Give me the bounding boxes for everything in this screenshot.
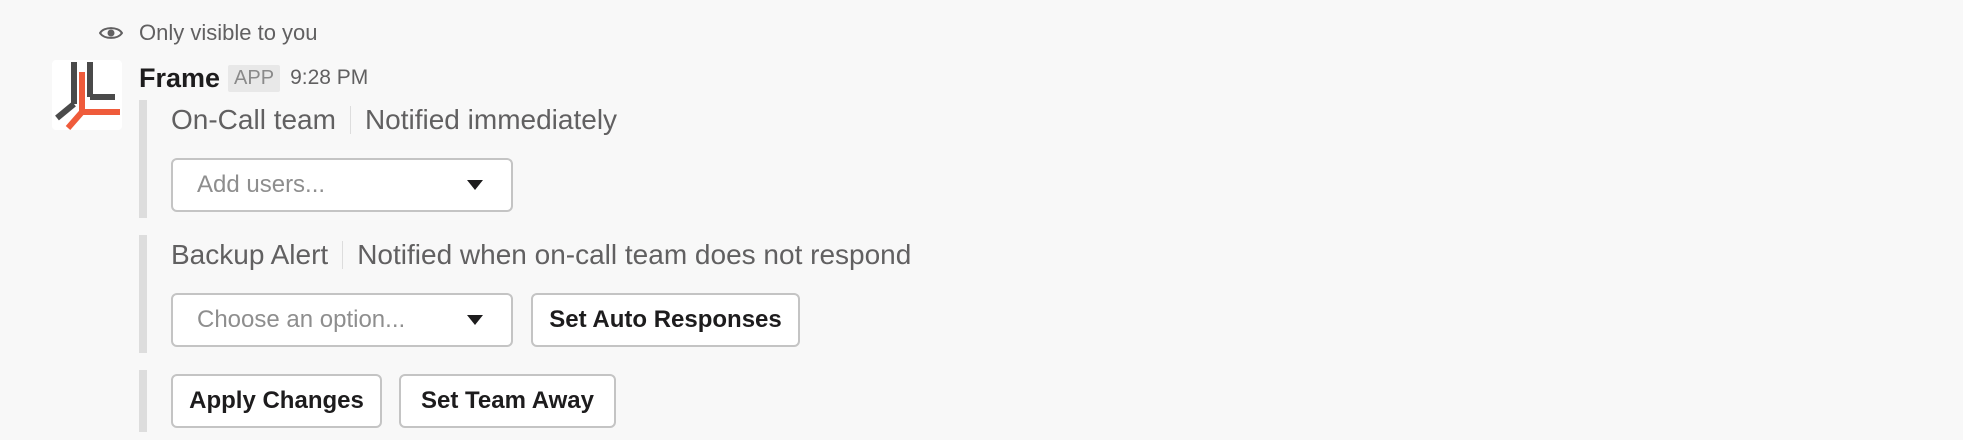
message-header: Frame APP 9:28 PM <box>139 58 368 98</box>
message-container: Only visible to you Frame APP 9:28 PM On… <box>0 0 1963 440</box>
app-badge: APP <box>228 64 281 92</box>
on-call-description: Notified immediately <box>364 104 618 135</box>
apply-changes-button[interactable]: Apply Changes <box>171 374 382 428</box>
visibility-text: Only visible to you <box>139 20 318 45</box>
set-auto-responses-button[interactable]: Set Auto Responses <box>531 293 800 347</box>
backup-title: Backup Alert <box>171 239 329 270</box>
on-call-attachment: On-Call team Notified immediately Add us… <box>139 100 1139 218</box>
choose-option-select[interactable]: Choose an option... <box>171 293 513 347</box>
choose-option-placeholder: Choose an option... <box>197 306 406 333</box>
on-call-field: On-Call team Notified immediately <box>171 100 617 140</box>
avatar[interactable] <box>52 60 122 130</box>
separator <box>342 241 344 269</box>
backup-description: Notified when on-call team does not resp… <box>357 239 912 270</box>
actions-attachment: Apply Changes Set Team Away <box>139 370 1139 432</box>
set-team-away-button[interactable]: Set Team Away <box>399 374 616 428</box>
eye-icon <box>99 27 123 39</box>
separator <box>349 106 351 134</box>
caret-down-icon <box>467 180 483 190</box>
add-users-select[interactable]: Add users... <box>171 158 513 212</box>
backup-attachment: Backup Alert Notified when on-call team … <box>139 235 1139 353</box>
frame-logo-icon <box>55 62 120 130</box>
on-call-title: On-Call team <box>171 104 336 135</box>
app-name[interactable]: Frame <box>139 63 220 94</box>
visibility-notice: Only visible to you <box>99 18 318 48</box>
timestamp[interactable]: 9:28 PM <box>290 66 368 90</box>
add-users-placeholder: Add users... <box>197 171 326 198</box>
caret-down-icon <box>467 315 483 325</box>
backup-field: Backup Alert Notified when on-call team … <box>171 235 911 275</box>
